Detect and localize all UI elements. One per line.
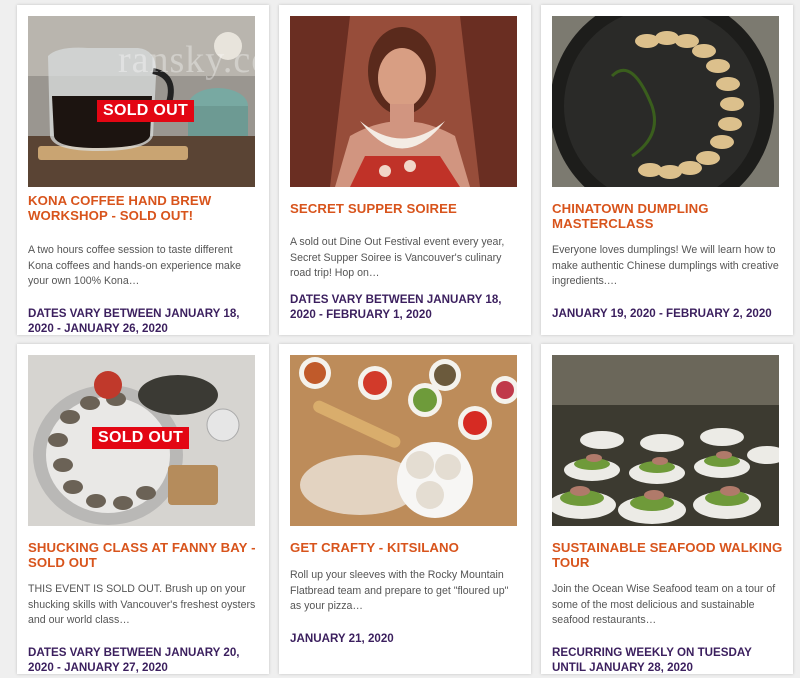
event-dates: JANUARY 21, 2020 <box>290 632 394 645</box>
event-image-flatbread[interactable] <box>290 355 517 526</box>
event-description: THIS EVENT IS SOLD OUT. Brush up on your… <box>28 583 256 627</box>
event-card-secret-supper[interactable]: SECRET SUPPER SOIREE A sold out Dine Out… <box>279 5 531 335</box>
event-title[interactable]: KONA COFFEE HAND BREW WORKSHOP - SOLD OU… <box>28 193 260 223</box>
event-description: A two hours coffee session to taste diff… <box>28 244 242 288</box>
event-description: A sold out Dine Out Festival event every… <box>290 236 505 280</box>
event-card-shucking[interactable]: SOLD OUT SHUCKING CLASS AT FANNY BAY - S… <box>17 344 269 674</box>
event-image-portrait[interactable] <box>290 16 517 187</box>
sold-out-badge: SOLD OUT <box>97 100 195 122</box>
event-title[interactable]: SUSTAINABLE SEAFOOD WALKING TOUR <box>552 540 784 570</box>
sold-out-badge: SOLD OUT <box>92 427 190 449</box>
event-image-coffee[interactable]: SOLD OUT ransky.com <box>28 16 255 187</box>
event-card-kona-coffee[interactable]: SOLD OUT ransky.com KONA COFFEE HAND BRE… <box>17 5 269 335</box>
event-description: Everyone loves dumplings! We will learn … <box>552 244 779 288</box>
event-description: Join the Ocean Wise Seafood team on a to… <box>552 583 776 627</box>
event-dates: JANUARY 19, 2020 - FEBRUARY 2, 2020 <box>552 307 772 320</box>
event-dates: DATES VARY BETWEEN JANUARY 20, 2020 - JA… <box>28 646 240 674</box>
event-dates: RECURRING WEEKLY ON TUESDAY UNTIL JANUAR… <box>552 646 752 674</box>
event-image-oysters[interactable]: SOLD OUT <box>28 355 255 526</box>
event-dates: DATES VARY BETWEEN JANUARY 18, 2020 - JA… <box>28 307 240 335</box>
event-image-seafood[interactable] <box>552 355 779 526</box>
event-card-get-crafty[interactable]: GET CRAFTY - KITSILANO Roll up your slee… <box>279 344 531 674</box>
event-title[interactable]: SHUCKING CLASS AT FANNY BAY - SOLD OUT <box>28 540 260 570</box>
event-title[interactable]: GET CRAFTY - KITSILANO <box>290 540 522 555</box>
event-dates: DATES VARY BETWEEN JANUARY 18, 2020 - FE… <box>290 293 502 321</box>
event-title[interactable]: SECRET SUPPER SOIREE <box>290 201 522 216</box>
event-card-seafood-tour[interactable]: SUSTAINABLE SEAFOOD WALKING TOUR Join th… <box>541 344 793 674</box>
event-description: Roll up your sleeves with the Rocky Moun… <box>290 569 509 613</box>
event-title[interactable]: CHINATOWN DUMPLING MASTERCLASS <box>552 201 784 231</box>
event-image-dumplings[interactable] <box>552 16 779 187</box>
event-card-dumpling[interactable]: CHINATOWN DUMPLING MASTERCLASS Everyone … <box>541 5 793 335</box>
